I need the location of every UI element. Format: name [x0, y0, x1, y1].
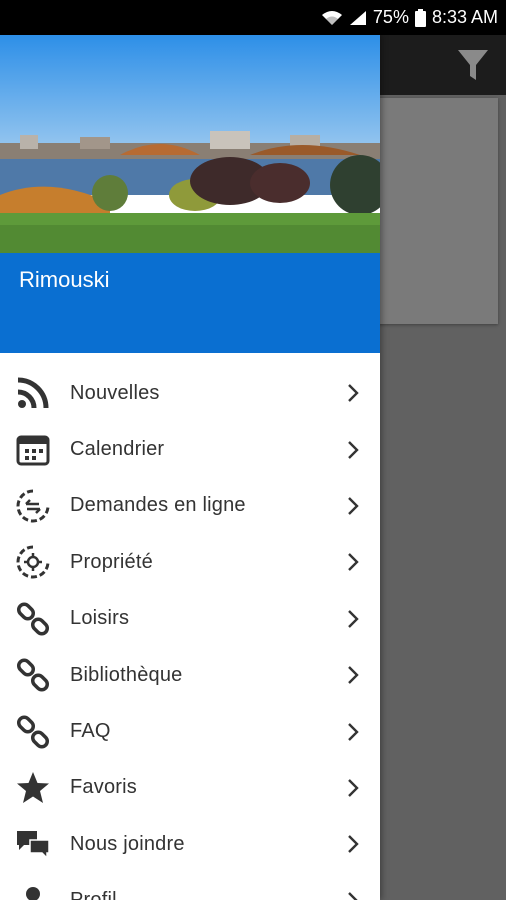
menu-item-propriete[interactable]: Propriété [0, 534, 380, 590]
link-icon [14, 600, 52, 638]
menu-item-favoris[interactable]: Favoris [0, 760, 380, 816]
signal-icon [349, 10, 367, 26]
menu-label: FAQ [70, 720, 111, 743]
menu-item-faq[interactable]: FAQ [0, 703, 380, 759]
chevron-right-icon [348, 666, 359, 684]
chevron-right-icon [348, 440, 359, 459]
profile-icon [14, 882, 52, 900]
menu-label: Bibliothèque [70, 663, 183, 686]
rss-icon [14, 374, 52, 412]
menu-item-profil[interactable]: Profil [0, 873, 380, 900]
drawer-menu: Nouvelles Calendrier Demandes en ligne P… [0, 365, 380, 900]
property-icon [14, 543, 52, 581]
status-bar: 75% 8:33 AM [0, 0, 506, 35]
chevron-right-icon [348, 722, 359, 741]
menu-item-calendrier[interactable]: Calendrier [0, 421, 380, 477]
menu-label: Profil [70, 889, 117, 900]
chat-icon [14, 825, 52, 863]
menu-label: Nouvelles [70, 381, 160, 404]
menu-label: Favoris [70, 776, 137, 799]
background-card [372, 98, 498, 324]
link-icon [14, 656, 52, 694]
menu-label: Demandes en ligne [70, 494, 246, 517]
menu-label: Calendrier [70, 438, 165, 461]
link-icon [14, 713, 52, 751]
chevron-right-icon [348, 835, 359, 854]
chevron-right-icon [348, 497, 359, 515]
chevron-right-icon [348, 553, 359, 572]
menu-label: Loisirs [70, 607, 130, 630]
menu-item-bibliotheque[interactable]: Bibliothèque [0, 647, 380, 703]
star-icon [14, 769, 52, 807]
clock: 8:33 AM [431, 7, 498, 27]
online-requests-icon [14, 487, 52, 525]
navigation-drawer: Rimouski Nouvelles Calendrier Demandes e… [0, 35, 380, 900]
chevron-right-icon [348, 779, 359, 797]
menu-item-demandes-en-ligne[interactable]: Demandes en ligne [0, 478, 380, 534]
city-name: Rimouski [19, 267, 110, 292]
filter-icon[interactable] [456, 46, 490, 84]
chevron-right-icon [348, 384, 359, 403]
menu-item-nous-joindre[interactable]: Nous joindre [0, 816, 380, 872]
chevron-right-icon [348, 609, 359, 628]
chevron-right-icon [348, 891, 358, 900]
calendar-icon [14, 431, 52, 469]
wifi-icon [321, 10, 343, 26]
menu-label: Nous joindre [70, 832, 185, 855]
battery-icon [414, 8, 426, 27]
menu-item-loisirs[interactable]: Loisirs [0, 591, 380, 647]
menu-label: Propriété [70, 550, 153, 573]
menu-item-nouvelles[interactable]: Nouvelles [0, 365, 380, 421]
battery-percent: 75% [372, 7, 409, 27]
header-image [0, 35, 380, 253]
